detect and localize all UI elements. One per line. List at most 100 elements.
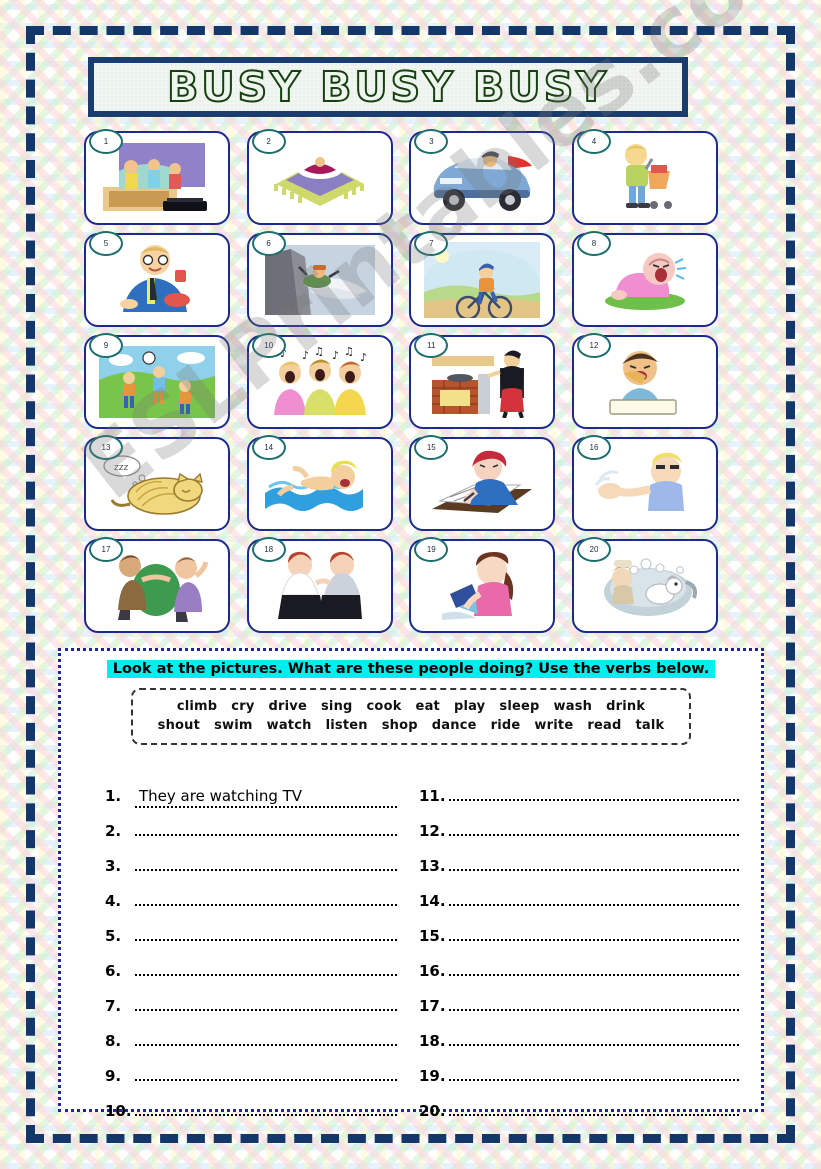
picture-card-8[interactable]: 8 [571, 231, 718, 327]
answer-input-line[interactable] [135, 903, 397, 906]
picture-card-17[interactable]: 17 [84, 537, 230, 633]
card-number-badge: 8 [576, 231, 611, 256]
verb-sleep[interactable]: sleep [499, 699, 539, 714]
verb-dance[interactable]: dance [432, 718, 477, 733]
answer-input-line[interactable] [449, 938, 739, 941]
answer-number: 17. [419, 997, 446, 1015]
card-number-badge: 10 [251, 333, 286, 358]
picture-card-9[interactable]: 9 [84, 333, 230, 429]
picture-card-19[interactable]: 19 [409, 537, 556, 633]
picture-row-4: 13 zzz 14 15 16 [84, 435, 718, 531]
answer-input-line[interactable] [449, 973, 739, 976]
answer-item: 13. [419, 857, 739, 892]
picture-card-3[interactable]: 3 [409, 129, 556, 225]
verb-drink[interactable]: drink [606, 699, 645, 714]
picture-card-5[interactable]: 5 [84, 231, 230, 327]
svg-text:♫: ♫ [344, 347, 354, 358]
answer-number: 5. [105, 927, 122, 945]
verb-eat[interactable]: eat [416, 699, 440, 714]
picture-card-15[interactable]: 15 [409, 435, 556, 531]
answer-input-line[interactable] [449, 798, 739, 801]
verb-talk[interactable]: talk [635, 718, 664, 733]
picture-card-2[interactable]: 2 [246, 129, 393, 225]
picture-card-20[interactable]: 20 [571, 537, 718, 633]
picture-card-4[interactable]: 4 [571, 129, 718, 225]
answer-input-line[interactable] [135, 1043, 397, 1046]
verb-drive[interactable]: drive [269, 699, 307, 714]
verb-sing[interactable]: sing [321, 699, 353, 714]
answer-item: 3. [105, 857, 397, 892]
answer-item: 11. [419, 787, 739, 822]
answer-number: 13. [419, 857, 446, 875]
answer-input-line[interactable] [449, 1043, 739, 1046]
answer-item: 14. [419, 892, 739, 927]
page-title: BUSY BUSY BUSY [166, 62, 609, 112]
picture-card-1[interactable]: 1 [84, 129, 230, 225]
card-number-badge: 16 [576, 435, 611, 460]
answer-item: 10. [105, 1102, 397, 1137]
verb-listen[interactable]: listen [326, 718, 368, 733]
answer-item: 12. [419, 822, 739, 857]
picture-row-3: 9 10 ♪ ♫ ♪ ♫ ♪ ♪ 11 12 [84, 333, 718, 429]
picture-card-14[interactable]: 14 [246, 435, 393, 531]
card-number-badge: 12 [576, 333, 611, 358]
picture-card-13[interactable]: 13 zzz [84, 435, 230, 531]
picture-card-7[interactable]: 7 [409, 231, 556, 327]
verb-shop[interactable]: shop [382, 718, 418, 733]
svg-text:♫: ♫ [314, 347, 324, 358]
answer-input-line[interactable] [449, 833, 739, 836]
answer-item: 20. [419, 1102, 739, 1137]
answer-input-line[interactable] [135, 938, 397, 941]
answer-lines: 1. They are watching TV 2. 3. 4. 5. 6. 7.… [61, 787, 761, 1137]
answer-item: 16. [419, 962, 739, 997]
verb-climb[interactable]: climb [177, 699, 217, 714]
answer-item: 7. [105, 997, 397, 1032]
verb-write[interactable]: write [534, 718, 573, 733]
verb-watch[interactable]: watch [267, 718, 312, 733]
answer-input-line[interactable] [449, 1078, 739, 1081]
verb-cook[interactable]: cook [367, 699, 402, 714]
card-number-badge: 13 [89, 435, 123, 460]
svg-text:♪: ♪ [360, 351, 367, 364]
answer-column-left: 1. They are watching TV 2. 3. 4. 5. 6. 7.… [75, 787, 411, 1137]
picture-card-16[interactable]: 16 [571, 435, 718, 531]
verb-swim[interactable]: swim [214, 718, 253, 733]
answer-item: 1. They are watching TV [105, 787, 397, 822]
answer-number: 6. [105, 962, 122, 980]
answer-number: 15. [419, 927, 446, 945]
answer-item: 4. [105, 892, 397, 927]
picture-card-10[interactable]: 10 ♪ ♫ ♪ ♫ ♪ ♪ [246, 333, 393, 429]
answer-item: 6. [105, 962, 397, 997]
card-number-badge: 6 [251, 231, 286, 256]
verb-shout[interactable]: shout [158, 718, 200, 733]
verb-cry[interactable]: cry [231, 699, 254, 714]
answer-number: 9. [105, 1067, 122, 1085]
answer-item: 18. [419, 1032, 739, 1067]
answer-input-line[interactable] [135, 1008, 397, 1011]
picture-card-6[interactable]: 6 [246, 231, 393, 327]
picture-card-18[interactable]: 18 [246, 537, 393, 633]
card-number-badge: 5 [89, 231, 123, 256]
answer-input-line[interactable] [449, 1113, 739, 1116]
answer-input-line[interactable] [135, 973, 397, 976]
instruction-wrapper: Look at the pictures. What are these peo… [61, 660, 761, 678]
answer-input-line[interactable]: They are watching TV [135, 787, 397, 808]
verb-read[interactable]: read [587, 718, 621, 733]
answer-input-line[interactable] [135, 1078, 397, 1081]
answer-number: 14. [419, 892, 446, 910]
picture-card-11[interactable]: 11 [409, 333, 556, 429]
svg-text:zzz: zzz [114, 463, 128, 473]
card-number-badge: 1 [89, 129, 123, 154]
answer-number: 12. [419, 822, 446, 840]
picture-card-12[interactable]: 12 [571, 333, 718, 429]
answer-input-line[interactable] [135, 868, 397, 871]
verb-play[interactable]: play [454, 699, 485, 714]
answer-input-line[interactable] [135, 833, 397, 836]
answer-input-line[interactable] [449, 868, 739, 871]
card-number-badge: 2 [251, 129, 286, 154]
verb-wash[interactable]: wash [554, 699, 593, 714]
answer-input-line[interactable] [135, 1113, 397, 1116]
verb-ride[interactable]: ride [491, 718, 521, 733]
answer-input-line[interactable] [449, 903, 739, 906]
answer-input-line[interactable] [449, 1008, 739, 1011]
